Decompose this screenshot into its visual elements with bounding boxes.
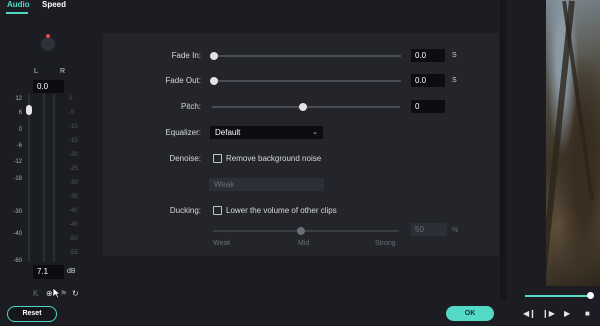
playback-progress-bar[interactable] — [525, 295, 593, 297]
chevron-down-icon: ⌄ — [312, 129, 318, 136]
pan-value-field[interactable]: 0.0 — [33, 80, 64, 93]
volume-value-field[interactable]: 7.1 — [33, 265, 64, 279]
ducking-slider-thumb — [297, 227, 305, 235]
reset-button[interactable]: Reset — [7, 306, 57, 322]
ducking-scale-strong: Strong — [375, 240, 396, 247]
ok-button[interactable]: OK — [446, 306, 494, 321]
pitch-field[interactable]: 0 — [411, 100, 445, 113]
fade-out-label: Fade Out: — [165, 76, 201, 85]
meter-scale-tick: -45 — [69, 222, 78, 228]
tab-audio[interactable]: Audio — [7, 0, 30, 9]
volume-scale-tick: -60 — [13, 258, 22, 264]
denoise-level-select: Weak — [209, 178, 324, 191]
ducking-checkbox-label[interactable]: Lower the volume of other clips — [226, 206, 337, 215]
equalizer-selected-value: Default — [215, 128, 241, 137]
skip-back-icon[interactable]: K — [33, 289, 38, 298]
fade-out-unit: S — [452, 77, 457, 84]
pan-right-label: R — [60, 68, 66, 75]
volume-scale-tick: -40 — [13, 231, 22, 237]
mouse-cursor — [52, 287, 61, 299]
fade-out-slider[interactable] — [213, 80, 401, 82]
flag-icon[interactable]: ⚑ — [60, 289, 67, 298]
reset-icon[interactable]: ↻ — [72, 289, 79, 298]
volume-unit-label: dB — [67, 268, 76, 275]
ducking-value-field: 50 — [411, 223, 447, 236]
equalizer-dropdown[interactable]: Default ⌄ — [210, 126, 323, 139]
fade-in-unit: S — [452, 52, 457, 59]
fade-in-field[interactable]: 0.0 — [411, 49, 445, 62]
meter-scale-tick: -10 — [69, 124, 78, 130]
video-preview — [546, 0, 600, 286]
meter-scale-tick: -35 — [69, 194, 78, 200]
ducking-scale-mid: Mid — [298, 240, 310, 247]
level-meter-right — [53, 94, 55, 262]
fade-in-label: Fade In: — [171, 51, 201, 60]
denoise-checkbox-label[interactable]: Remove background noise — [226, 154, 321, 163]
meter-scale-tick: -50 — [69, 236, 78, 242]
meter-scale-tick: -30 — [69, 180, 78, 186]
meter-scale-tick: -5 — [69, 110, 75, 116]
denoise-checkbox[interactable] — [213, 154, 222, 163]
level-meter-left — [43, 94, 45, 262]
pitch-slider-thumb[interactable] — [299, 103, 307, 111]
meter-scale-tick: -20 — [69, 152, 78, 158]
fade-in-slider-thumb[interactable] — [210, 52, 218, 60]
volume-scale-tick: -6 — [16, 143, 22, 149]
pan-knob[interactable] — [41, 37, 55, 51]
equalizer-label: Equalizer: — [165, 128, 201, 137]
pan-left-label: L — [34, 68, 38, 75]
step-forward-icon[interactable]: ❙▶ — [542, 309, 555, 318]
ducking-unit: % — [452, 227, 459, 234]
playback-scrubber[interactable] — [587, 292, 594, 299]
stop-icon[interactable]: ■ — [585, 309, 590, 318]
volume-slider-thumb[interactable] — [26, 105, 32, 115]
volume-scale-tick: 0 — [18, 127, 22, 133]
ducking-label: Ducking: — [169, 206, 201, 215]
panel-divider — [500, 0, 506, 326]
step-back-icon[interactable]: ◀❙ — [523, 309, 536, 318]
meter-scale-tick: -55 — [69, 250, 78, 256]
ducking-scale-weak: Weak — [213, 240, 231, 247]
volume-scale-tick: -12 — [13, 159, 22, 165]
meter-scale-tick: 0 — [69, 96, 73, 102]
tab-speed[interactable]: Speed — [42, 0, 66, 9]
top-tab-bar — [0, 0, 506, 16]
ducking-checkbox[interactable] — [213, 206, 222, 215]
fade-out-slider-thumb[interactable] — [210, 77, 218, 85]
volume-scale-tick: 6 — [18, 110, 22, 116]
volume-scale-tick: 12 — [15, 96, 22, 102]
play-icon[interactable]: ▶ — [564, 309, 570, 318]
volume-scale-tick: -18 — [13, 176, 22, 182]
meter-scale-tick: -40 — [69, 208, 78, 214]
denoise-label: Denoise: — [169, 154, 201, 163]
pitch-label: Pitch: — [180, 102, 201, 111]
volume-slider-track[interactable] — [28, 94, 30, 262]
ducking-slider — [213, 230, 399, 232]
meter-scale-tick: -15 — [69, 138, 78, 144]
volume-scale-tick: -30 — [13, 209, 22, 215]
dialog-footer — [0, 300, 506, 326]
active-tab-indicator — [6, 12, 28, 14]
fade-out-field[interactable]: 0.0 — [411, 74, 445, 87]
pan-knob-indicator — [46, 34, 50, 38]
fade-in-slider[interactable] — [213, 55, 401, 57]
preview-image-detail — [562, 0, 594, 200]
meter-scale-tick: -25 — [69, 166, 78, 172]
